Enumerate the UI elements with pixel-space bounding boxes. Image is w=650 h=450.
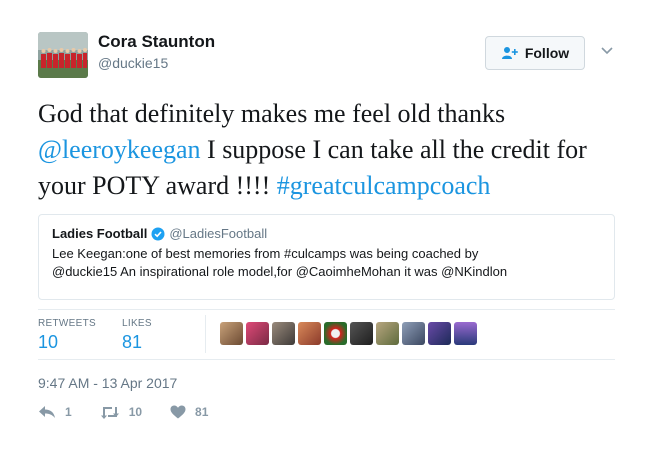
stats-separator [205,315,206,353]
avatar[interactable] [38,32,88,78]
liker-avatar[interactable] [376,322,399,345]
reply-count: 1 [65,405,72,419]
likes-label: LIKES [122,318,152,329]
divider [38,309,615,310]
liker-avatar[interactable] [428,322,451,345]
tweet-text-part1: God that definitely makes me feel old th… [38,99,506,128]
divider [38,359,615,360]
quote-text-line2: @duckie15 An inspirational role model,fo… [52,264,508,279]
liker-avatar[interactable] [350,322,373,345]
tweet-text: God that definitely makes me feel old th… [38,96,628,204]
retweet-button[interactable]: 10 [100,405,142,419]
retweets-count: 10 [38,332,59,352]
retweets-stat[interactable]: RETWEETS 10 [38,318,96,353]
like-button[interactable]: 81 [170,405,208,419]
timestamp[interactable]: 9:47 AM - 13 Apr 2017 [38,375,177,391]
reply-icon [39,406,55,418]
quote-text: Lee Keegan:one of best memories from #cu… [52,245,601,281]
heart-icon [170,405,186,419]
likers-avatars [220,322,477,345]
chevron-down-icon[interactable] [600,43,614,57]
quote-author-name: Ladies Football [52,226,148,241]
retweet-icon [100,407,119,419]
user-name[interactable]: Cora Staunton [98,32,215,52]
liker-avatar[interactable] [220,322,243,345]
follow-person-icon [501,46,519,60]
tweet-actions: 1 10 81 [38,405,236,419]
like-count: 81 [195,405,209,419]
user-handle[interactable]: @duckie15 [98,55,168,71]
likes-stat[interactable]: LIKES 81 [122,318,152,353]
follow-button[interactable]: Follow [485,36,585,70]
likes-count: 81 [122,332,143,352]
liker-avatar[interactable] [402,322,425,345]
liker-avatar[interactable] [324,322,347,345]
mention-link[interactable]: @leeroykeegan [38,135,201,164]
quote-author-handle: @LadiesFootball [169,226,268,241]
liker-avatar[interactable] [246,322,269,345]
retweets-label: RETWEETS [38,318,96,329]
liker-avatar[interactable] [298,322,321,345]
quote-text-line1: Lee Keegan:one of best memories from #cu… [52,246,479,261]
hashtag-link[interactable]: #greatculcampcoach [277,171,491,200]
liker-avatar[interactable] [454,322,477,345]
retweet-count: 10 [128,405,143,419]
verified-badge-icon [151,227,165,241]
liker-avatar[interactable] [272,322,295,345]
reply-button[interactable]: 1 [38,405,72,419]
follow-label: Follow [524,45,570,61]
quoted-tweet[interactable]: Ladies Football @LadiesFootball Lee Keeg… [38,214,615,300]
